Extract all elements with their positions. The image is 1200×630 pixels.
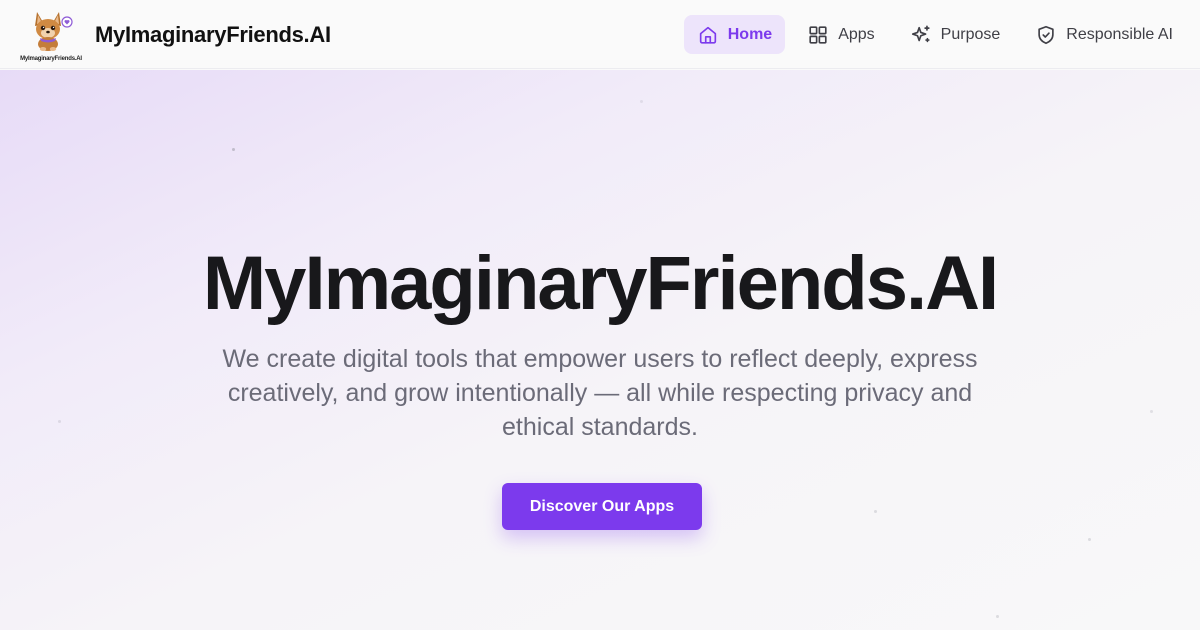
decorative-dot: [996, 615, 999, 618]
nav-item-home[interactable]: Home: [683, 15, 786, 54]
nav-item-label: Responsible AI: [1066, 25, 1173, 43]
home-icon: [699, 26, 716, 44]
hero-subtitle: We create digital tools that empower use…: [222, 345, 978, 441]
main-nav: Home Apps Purpose Responsible AI: [675, 15, 1186, 54]
discover-apps-button[interactable]: Discover Our Apps: [502, 483, 702, 530]
decorative-dot: [58, 420, 61, 423]
nav-item-label: Purpose: [940, 25, 1001, 43]
nav-item-label: Home: [727, 25, 773, 43]
nav-item-label: Apps: [838, 25, 875, 43]
nav-item-purpose[interactable]: Purpose: [897, 15, 1014, 54]
nav-item-apps[interactable]: Apps: [794, 15, 887, 54]
decorative-dot: [1150, 410, 1153, 413]
logo: MyImaginaryFriends.AI: [20, 8, 82, 62]
hero-title: MyImaginaryFriends.AI: [202, 241, 999, 326]
decorative-dot: [232, 148, 235, 151]
puppy-mascot-icon: [35, 12, 73, 51]
top-navbar: MyImaginaryFriends.AI MyImaginaryFriends…: [0, 0, 1200, 69]
logo-caption: MyImaginaryFriends.AI: [20, 56, 82, 62]
decorative-dot: [1088, 538, 1091, 541]
hero-section: MyImaginaryFriends.AI We create digital …: [0, 70, 1200, 630]
brand-name[interactable]: MyImaginaryFriends.AI: [95, 22, 331, 48]
grid-icon: [809, 25, 827, 44]
decorative-dot: [640, 100, 643, 103]
nav-item-responsible-ai[interactable]: Responsible AI: [1022, 15, 1186, 54]
decorative-dot: [874, 510, 877, 513]
shield-check-icon: [1038, 25, 1054, 44]
sparkles-icon: [911, 24, 930, 42]
brand-link[interactable]: MyImaginaryFriends.AI MyImaginaryFriends…: [20, 8, 331, 62]
